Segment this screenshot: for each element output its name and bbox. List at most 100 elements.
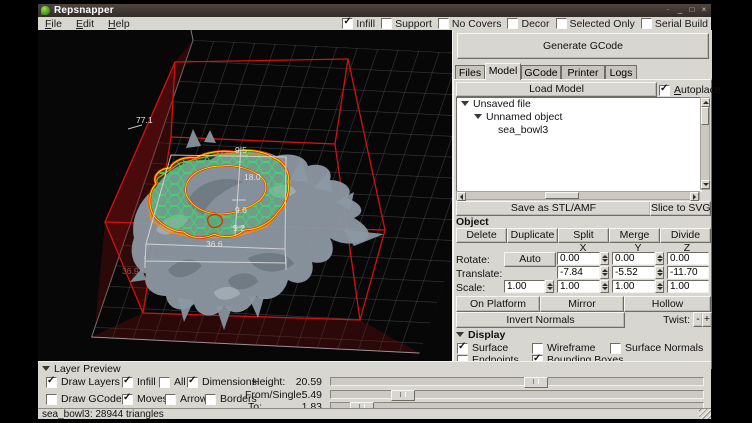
height-slider-handle[interactable] [524, 377, 548, 388]
scroll-right-icon[interactable] [690, 192, 699, 201]
minimize-icon[interactable]: _ [675, 5, 685, 15]
tab-logs[interactable]: Logs [605, 65, 637, 79]
toggle-no-covers[interactable]: No Covers [438, 18, 502, 30]
spin-arrows-icon[interactable] [655, 252, 664, 265]
draw-layers-toggle[interactable]: Draw Layers [46, 376, 120, 388]
toggle-decor[interactable]: Decor [507, 18, 549, 30]
decor-checkbox[interactable] [507, 18, 518, 29]
hscroll-thumb[interactable] [545, 192, 579, 199]
save-stl-button[interactable]: Save as STL/AMF [456, 201, 651, 216]
surface-toggle[interactable]: Surface [457, 342, 508, 354]
scroll-up-icon[interactable] [701, 98, 710, 107]
all-toggle[interactable]: All [159, 376, 186, 388]
rotate-y-spinner[interactable]: 0.00 [612, 252, 664, 265]
dimensions-checkbox[interactable] [187, 377, 198, 388]
titlebar[interactable]: Repsnapper · _ □ × [38, 4, 711, 17]
surface-normals-checkbox[interactable] [610, 343, 621, 354]
surface-normals-toggle[interactable]: Surface Normals [610, 342, 703, 354]
translate-z-spinner[interactable]: -11.70 [667, 266, 709, 279]
delete-button[interactable]: Delete [456, 228, 507, 243]
invert-normals-button[interactable]: Invert Normals [456, 312, 625, 328]
moves-checkbox[interactable] [122, 394, 133, 405]
toggle-selected-only[interactable]: Selected Only [556, 18, 635, 30]
mirror-button[interactable]: Mirror [540, 296, 624, 312]
draw-layers-checkbox[interactable] [46, 377, 57, 388]
hollow-button[interactable]: Hollow [624, 296, 711, 312]
menu-edit[interactable]: Edit [69, 18, 101, 30]
selected-only-checkbox[interactable] [556, 18, 567, 29]
support-checkbox[interactable] [381, 18, 392, 29]
rotate-x-spinner[interactable]: 0.00 [557, 252, 609, 265]
surface-checkbox[interactable] [457, 343, 468, 354]
wireframe-toggle[interactable]: Wireframe [532, 342, 595, 354]
gl-scene[interactable]: 77.1 9.5 18.0 9.6 5.2 36.6 36.9 [38, 30, 452, 361]
3d-viewport[interactable]: 77.1 9.5 18.0 9.6 5.2 36.6 36.9 [38, 30, 452, 361]
dimensions-toggle[interactable]: Dimensions [187, 376, 257, 388]
display-section-expander[interactable]: Display [456, 329, 505, 341]
all-checkbox[interactable] [159, 377, 170, 388]
translate-x-spinner[interactable]: -7.84 [557, 266, 609, 279]
expander-icon[interactable] [461, 101, 469, 106]
scroll-down-icon[interactable] [701, 180, 710, 189]
scale-z-spinner[interactable]: 1.00 [667, 280, 709, 293]
arrows-checkbox[interactable] [165, 394, 176, 405]
tree-item-unsaved-file[interactable]: Unsaved file [457, 98, 701, 111]
slice-to-svg-button[interactable]: Slice to SVG [650, 201, 711, 216]
generate-gcode-button[interactable]: Generate GCode [457, 33, 709, 59]
spin-arrows-icon[interactable] [655, 266, 664, 279]
scale-y-spinner[interactable]: 1.00 [612, 280, 664, 293]
moves-toggle[interactable]: Moves [122, 393, 168, 405]
tab-gcode[interactable]: GCode [521, 65, 561, 79]
no-covers-checkbox[interactable] [438, 18, 449, 29]
spin-arrows-icon[interactable] [600, 266, 609, 279]
twist-plus-button[interactable]: + [702, 312, 712, 327]
tree-item-unnamed-object[interactable]: Unnamed object [457, 111, 701, 124]
tree-vscrollbar[interactable] [700, 97, 710, 190]
infill-checkbox[interactable] [342, 18, 353, 29]
menu-file[interactable]: File [38, 18, 69, 30]
divide-button[interactable]: Divide [660, 228, 711, 243]
merge-button[interactable]: Merge [609, 228, 660, 243]
spin-arrows-icon[interactable] [655, 280, 664, 293]
translate-y-spinner[interactable]: -5.52 [612, 266, 664, 279]
spin-arrows-icon[interactable] [600, 252, 609, 265]
scroll-left-icon[interactable] [457, 192, 466, 201]
scale-x-spinner[interactable]: 1.00 [557, 280, 609, 293]
on-platform-button[interactable]: On Platform [456, 296, 540, 312]
toggle-infill[interactable]: Infill [342, 18, 375, 30]
tree-item-sea-bowl3[interactable]: sea_bowl3 [457, 124, 701, 137]
toggle-serial-build[interactable]: Serial Build [641, 18, 708, 30]
menu-help[interactable]: Help [101, 18, 137, 30]
load-model-button[interactable]: Load Model [456, 82, 657, 97]
vscroll-thumb[interactable] [701, 107, 709, 125]
tree-hscrollbar[interactable] [456, 191, 700, 200]
layer-preview-expander[interactable]: Layer Preview [42, 363, 121, 375]
infill-preview-toggle[interactable]: Infill [122, 376, 156, 388]
toggle-support[interactable]: Support [381, 18, 432, 30]
model-tree[interactable]: Unsaved file Unnamed object sea_bowl3 [456, 97, 702, 192]
tab-printer[interactable]: Printer [561, 65, 605, 79]
tab-files[interactable]: Files [455, 65, 485, 79]
spin-arrows-icon[interactable] [545, 280, 554, 293]
draw-gcode-checkbox[interactable] [46, 394, 57, 405]
expander-icon[interactable] [474, 114, 482, 119]
maximize-icon[interactable]: □ [687, 5, 697, 15]
duplicate-button[interactable]: Duplicate [507, 228, 558, 243]
serial-build-checkbox[interactable] [641, 18, 652, 29]
tab-model[interactable]: Model [485, 63, 521, 80]
split-button[interactable]: Split [558, 228, 609, 243]
auto-rotate-button[interactable]: Auto [504, 252, 556, 267]
borders-checkbox[interactable] [205, 394, 216, 405]
rotate-z-spinner[interactable]: 0.00 [667, 252, 709, 265]
resize-grip[interactable] [699, 409, 711, 419]
autoplace-toggle[interactable]: Autoplace [659, 84, 721, 96]
from-single-slider[interactable] [330, 390, 704, 399]
from-single-slider-handle[interactable] [391, 390, 415, 401]
window-menu-icon[interactable]: · [663, 5, 673, 15]
draw-gcode-toggle[interactable]: Draw GCode [46, 393, 122, 405]
scale-uniform-spinner[interactable]: 1.00 [504, 280, 554, 293]
height-slider[interactable] [330, 377, 704, 386]
infill-preview-checkbox[interactable] [122, 377, 133, 388]
spin-arrows-icon[interactable] [600, 280, 609, 293]
close-icon[interactable]: × [699, 5, 709, 15]
